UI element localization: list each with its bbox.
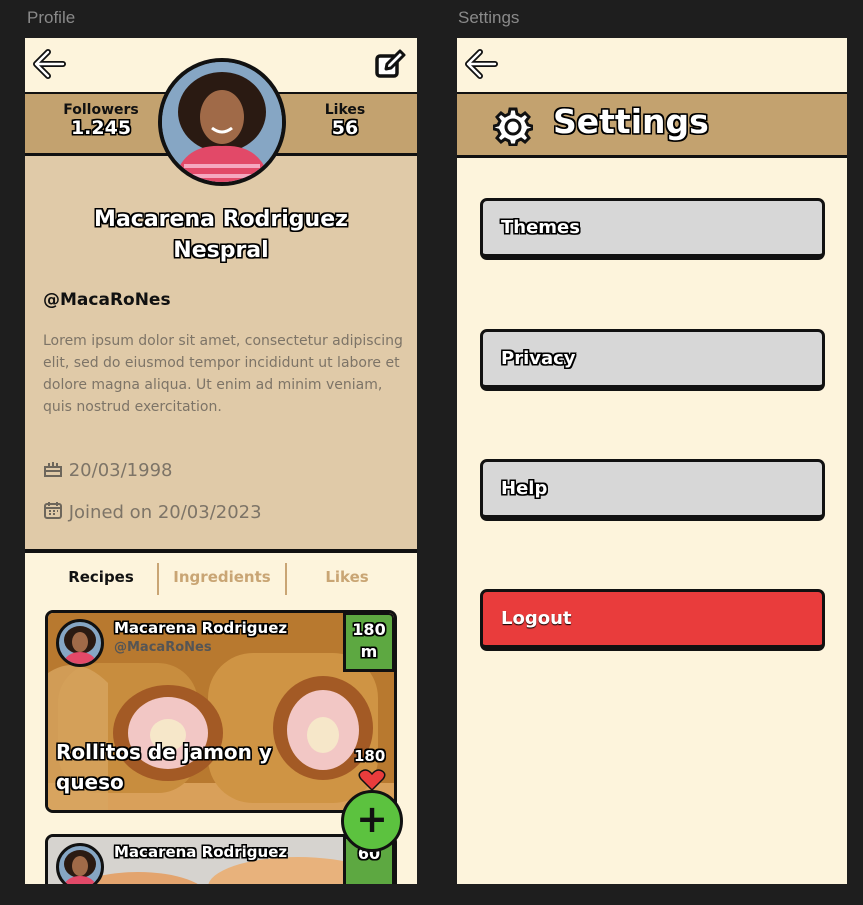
profile-name: Macarena Rodriguez Nespral [94, 207, 348, 263]
recipe-like-count: 180 [354, 747, 386, 765]
recipe-author-avatar[interactable] [56, 843, 104, 884]
add-recipe-button[interactable]: + [341, 790, 403, 852]
plus-icon: + [356, 797, 388, 841]
profile-handle: @MacaRoNes [43, 290, 171, 310]
recipe-time-unit: m [360, 642, 378, 661]
joined-row: Joined on 20/03/2023 [43, 500, 262, 525]
recipe-author-name: Macarena Rodriguez [114, 843, 288, 861]
recipe-card[interactable]: Macarena Rodriguez @MacaRoNes 180 m Roll… [45, 610, 397, 813]
likes-count: 56 [331, 117, 359, 139]
edit-icon[interactable] [373, 48, 407, 82]
likes-stat[interactable]: Likes 56 [315, 102, 375, 139]
gear-icon [492, 106, 534, 150]
birthday-date: 20/03/1998 [68, 460, 173, 481]
birthday-row: 20/03/1998 [43, 458, 172, 483]
logout-label: Logout [501, 608, 572, 629]
tab-ingredients[interactable]: Ingredients [159, 565, 285, 595]
profile-tabs: Recipes Ingredients Likes [25, 557, 417, 599]
back-arrow-icon[interactable] [31, 48, 67, 80]
profile-avatar[interactable] [158, 58, 286, 186]
joined-date: Joined on 20/03/2023 [68, 502, 262, 523]
themes-button[interactable]: Themes [480, 198, 825, 260]
recipe-author-name: Macarena Rodriguez [114, 619, 288, 637]
settings-title: Settings [553, 102, 709, 141]
back-arrow-icon[interactable] [463, 48, 499, 80]
calendar-icon [43, 500, 63, 525]
recipe-time-badge: 180 m [343, 613, 394, 672]
recipe-time-value: 180 [352, 620, 386, 639]
likes-label: Likes [324, 102, 366, 118]
tab-recipes[interactable]: Recipes [45, 565, 157, 595]
privacy-label: Privacy [501, 348, 576, 369]
recipe-author-handle: @MacaRoNes [114, 640, 212, 655]
profile-bio-text: Lorem ipsum dolor sit amet, consectetur … [43, 333, 403, 415]
settings-header: Settings [457, 92, 847, 158]
followers-label: Followers [63, 102, 139, 118]
privacy-button[interactable]: Privacy [480, 329, 825, 391]
profile-screen: Followers 1.245 Likes 56 Macarena Rodrig… [25, 38, 417, 884]
cake-icon [43, 458, 63, 483]
tab-likes[interactable]: Likes [287, 565, 407, 595]
themes-label: Themes [501, 217, 580, 238]
profile-frame-label: Profile [27, 8, 76, 27]
recipe-author-avatar[interactable] [56, 619, 104, 667]
logout-button[interactable]: Logout [480, 589, 825, 651]
help-label: Help [501, 478, 548, 499]
recipe-title: Rollitos de jamon y queso [56, 740, 272, 794]
followers-count: 1.245 [70, 117, 132, 139]
settings-screen: Settings Themes Privacy Help Logout [457, 38, 847, 884]
recipe-card[interactable]: Macarena Rodriguez 60 [45, 834, 397, 884]
followers-stat[interactable]: Followers 1.245 [51, 102, 151, 139]
help-button[interactable]: Help [480, 459, 825, 521]
settings-frame-label: Settings [458, 8, 520, 27]
